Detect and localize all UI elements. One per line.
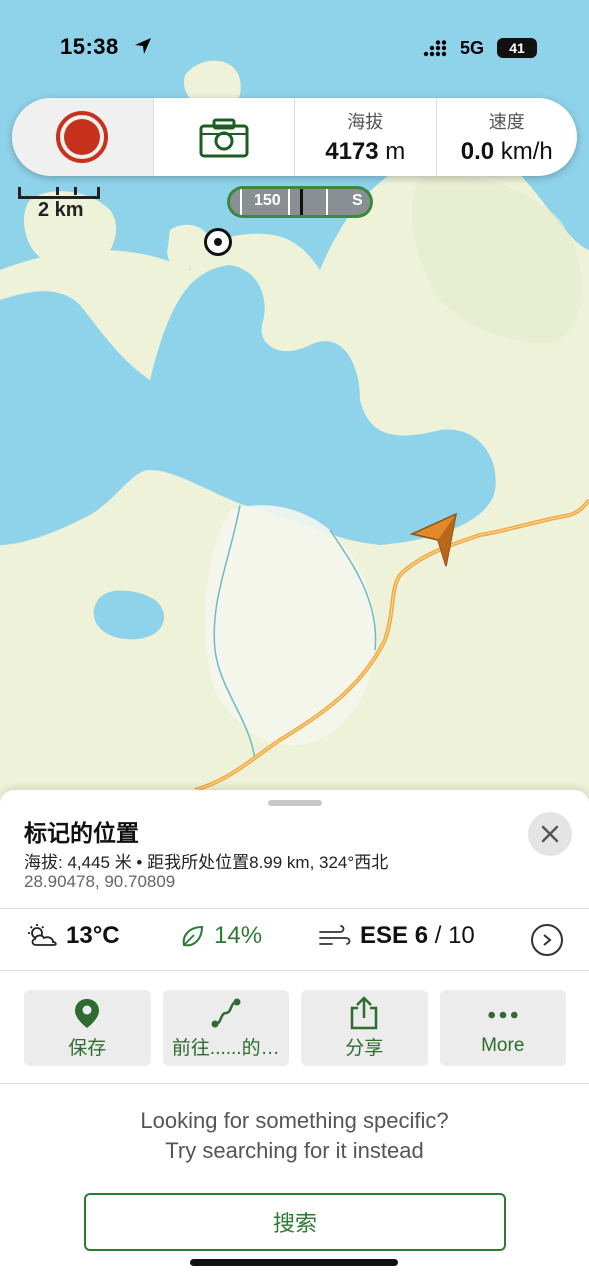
more-label: More [481, 1035, 525, 1056]
close-icon [541, 825, 559, 843]
speed-value: 0.0 [460, 138, 495, 165]
search-hint-line2: Try searching for it instead [165, 1138, 424, 1163]
chevron-right-icon [543, 934, 552, 946]
save-button[interactable]: 保存 [24, 990, 151, 1066]
temperature-value: 13°C [66, 922, 120, 949]
place-title: 标记的位置 [24, 820, 139, 846]
humidity-value: 14% [214, 922, 263, 949]
close-button[interactable] [528, 812, 572, 856]
navigate-to-button[interactable]: 前往......的… [162, 990, 289, 1066]
scale-label: 2 km [38, 199, 84, 221]
battery-icon: 41 [497, 38, 537, 58]
compass-degrees: 150 [254, 192, 281, 209]
speed-readout: 速度 0.0 km/h [437, 98, 578, 176]
share-label: 分享 [345, 1037, 384, 1059]
partly-cloudy-icon [28, 924, 57, 946]
temperature: 13°C [26, 922, 120, 950]
speed-label: 速度 [488, 112, 525, 132]
weather-next-button[interactable] [531, 924, 563, 956]
save-label: 保存 [68, 1037, 107, 1059]
record-icon [56, 111, 109, 163]
search-button[interactable]: 搜索 [84, 1193, 506, 1251]
signal-icon [423, 40, 447, 57]
weather-row: 13°C 14% ESE 6 / 10 [0, 908, 589, 970]
altitude-label: 海拔 [347, 112, 384, 132]
altitude-readout: 海拔 4173 m [295, 98, 437, 176]
humidity: 14% [180, 922, 262, 950]
speed-unit: km/h [500, 138, 553, 165]
compass-direction: S [352, 192, 363, 209]
wind-gust: 10 [448, 922, 475, 949]
scale-bar: 2 km [18, 187, 100, 221]
sheet-grabber[interactable] [268, 800, 322, 806]
altitude-unit: m [385, 138, 406, 165]
place-sheet: 标记的位置 海拔: 4,445 米 • 距我所处位置8.99 km, 324°西… [0, 790, 589, 1280]
map-pin-icon [75, 998, 100, 1028]
status-bar: 15:38 5G 41 [0, 0, 589, 96]
wind-direction: ESE [360, 922, 409, 949]
compass-heading[interactable]: 150 S [227, 186, 373, 218]
navigate-to-label: 前往......的… [171, 1037, 280, 1059]
wind: ESE 6 / 10 [318, 922, 475, 950]
location-arrow-icon [135, 38, 151, 54]
route-icon [211, 998, 241, 1027]
place-subtitle: 海拔: 4,445 米 • 距我所处位置8.99 km, 324°西北 [24, 853, 389, 872]
wind-icon [319, 925, 351, 945]
wind-speed: 6 [414, 922, 429, 949]
top-toolbar: 海拔 4173 m 速度 0.0 km/h [12, 98, 577, 176]
altitude-value: 4173 [325, 138, 379, 165]
compass-center-line [300, 189, 303, 215]
action-buttons: 保存 前往......的… 分享 More [24, 990, 566, 1066]
camera-icon [199, 118, 249, 158]
record-button[interactable] [12, 98, 154, 176]
wind-separator: / [428, 922, 449, 949]
more-button[interactable]: More [439, 990, 566, 1066]
share-button[interactable]: 分享 [301, 990, 428, 1066]
camera-button[interactable] [154, 98, 295, 176]
current-location-arrow-icon [409, 512, 458, 567]
more-icon [488, 1011, 518, 1019]
leaf-icon [182, 925, 204, 947]
place-coordinates: 28.90478, 90.70809 [24, 872, 176, 891]
network-type: 5G [460, 38, 485, 58]
marked-location-pin[interactable] [204, 228, 232, 256]
search-hint: Looking for something specific? Try sear… [0, 1106, 589, 1166]
share-icon [351, 995, 378, 1029]
home-indicator[interactable] [190, 1259, 398, 1266]
search-hint-line1: Looking for something specific? [140, 1108, 449, 1133]
status-time: 15:38 [60, 34, 119, 59]
